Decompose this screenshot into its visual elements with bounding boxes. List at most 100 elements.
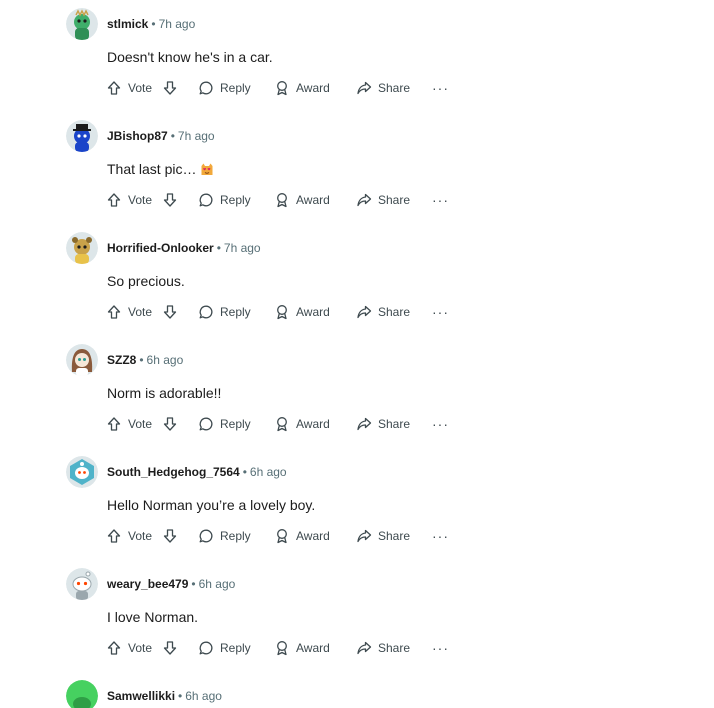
vote-label: Vote <box>128 193 153 207</box>
award-button[interactable]: Award <box>274 76 330 100</box>
timestamp[interactable]: 6h ago <box>199 577 236 591</box>
downvote-button[interactable] <box>162 76 178 100</box>
more-options-button[interactable]: ··· <box>432 524 449 548</box>
comment: weary_bee479 • 6h ago I love Norman. Vote … <box>66 560 626 672</box>
comment-bubble-icon <box>199 81 213 95</box>
avatar[interactable] <box>66 456 98 488</box>
downvote-button[interactable] <box>162 300 178 324</box>
award-label: Award <box>296 193 330 207</box>
comment: Samwellikki • 6h ago <box>66 672 626 708</box>
award-button[interactable]: Award <box>274 524 330 548</box>
upvote-button[interactable]: Vote <box>106 524 152 548</box>
award-icon <box>277 81 287 96</box>
comment-body: That last pic… <box>107 159 214 181</box>
separator: • <box>178 689 183 703</box>
timestamp[interactable]: 6h ago <box>185 689 222 703</box>
downvote-button[interactable] <box>162 524 178 548</box>
reply-button[interactable]: Reply <box>198 524 251 548</box>
share-label: Share <box>378 81 411 95</box>
more-options-button[interactable]: ··· <box>432 188 449 212</box>
reply-label: Reply <box>220 417 251 431</box>
timestamp[interactable]: 6h ago <box>147 353 184 367</box>
more-options-button[interactable]: ··· <box>432 76 449 100</box>
more-options-button[interactable]: ··· <box>432 412 449 436</box>
share-button[interactable]: Share <box>356 412 410 436</box>
downvote-button[interactable] <box>162 636 178 660</box>
reply-label: Reply <box>220 81 251 95</box>
upvote-button[interactable]: Vote <box>106 188 152 212</box>
downvote-icon <box>163 417 177 431</box>
timestamp[interactable]: 7h ago <box>224 241 261 255</box>
share-label: Share <box>378 529 411 543</box>
vote-label: Vote <box>128 529 153 543</box>
award-label: Award <box>296 529 330 543</box>
vote-label: Vote <box>128 641 153 655</box>
share-icon <box>357 417 372 431</box>
share-button[interactable]: Share <box>356 636 410 660</box>
avatar[interactable] <box>66 8 98 40</box>
avatar[interactable] <box>66 344 98 376</box>
comment-text: That last pic… <box>107 161 197 177</box>
separator: • <box>139 353 144 367</box>
comment: South_Hedgehog_7564 • 6h ago Hello Norman … <box>66 448 626 560</box>
avatar[interactable] <box>66 120 98 152</box>
more-options-button[interactable]: ··· <box>432 300 449 324</box>
timestamp[interactable]: 6h ago <box>250 465 287 479</box>
reply-button[interactable]: Reply <box>198 636 251 660</box>
comment-meta: South_Hedgehog_7564 • 6h ago <box>107 464 287 480</box>
reply-label: Reply <box>220 193 251 207</box>
avatar[interactable] <box>66 568 98 600</box>
award-button[interactable]: Award <box>274 188 330 212</box>
award-icon <box>277 641 287 656</box>
separator: • <box>216 241 221 255</box>
upvote-button[interactable]: Vote <box>106 636 152 660</box>
reply-button[interactable]: Reply <box>198 300 251 324</box>
reply-button[interactable]: Reply <box>198 188 251 212</box>
downvote-button[interactable] <box>162 412 178 436</box>
author-name[interactable]: JBishop87 <box>107 129 168 143</box>
separator: • <box>151 17 156 31</box>
avatar[interactable] <box>66 680 98 708</box>
share-button[interactable]: Share <box>356 300 410 324</box>
share-button[interactable]: Share <box>356 524 410 548</box>
award-icon <box>277 417 287 432</box>
share-button[interactable]: Share <box>356 188 410 212</box>
share-icon <box>357 193 372 207</box>
more-options-button[interactable]: ··· <box>432 636 449 660</box>
author-name[interactable]: Samwellikki <box>107 689 175 703</box>
author-name[interactable]: SZZ8 <box>107 353 136 367</box>
upvote-button[interactable]: Vote <box>106 412 152 436</box>
author-name[interactable]: South_Hedgehog_7564 <box>107 465 240 479</box>
share-icon <box>357 305 372 319</box>
award-button[interactable]: Award <box>274 412 330 436</box>
award-button[interactable]: Award <box>274 300 330 324</box>
comment-meta: Horrified-Onlooker • 7h ago <box>107 240 261 256</box>
comment-bubble-icon <box>199 641 213 655</box>
share-label: Share <box>378 641 411 655</box>
share-icon <box>357 81 372 95</box>
author-name[interactable]: Horrified-Onlooker <box>107 241 214 255</box>
avatar[interactable] <box>66 232 98 264</box>
vote-label: Vote <box>128 81 153 95</box>
author-name[interactable]: weary_bee479 <box>107 577 188 591</box>
reply-button[interactable]: Reply <box>198 412 251 436</box>
timestamp[interactable]: 7h ago <box>159 17 196 31</box>
vote-label: Vote <box>128 417 153 431</box>
award-label: Award <box>296 417 330 431</box>
upvote-button[interactable]: Vote <box>106 76 152 100</box>
comment-meta: SZZ8 • 6h ago <box>107 352 183 368</box>
award-icon <box>277 193 287 208</box>
downvote-button[interactable] <box>162 188 178 212</box>
comment: Horrified-Onlooker • 7h ago So precious. V… <box>66 224 626 336</box>
timestamp[interactable]: 7h ago <box>178 129 215 143</box>
award-label: Award <box>296 81 330 95</box>
upvote-button[interactable]: Vote <box>106 300 152 324</box>
share-button[interactable]: Share <box>356 76 410 100</box>
comment: JBishop87 • 7h ago That last pic… Vote Rep… <box>66 112 626 224</box>
reply-button[interactable]: Reply <box>198 76 251 100</box>
comment-bubble-icon <box>199 417 213 431</box>
comment-meta: JBishop87 • 7h ago <box>107 128 215 144</box>
award-button[interactable]: Award <box>274 636 330 660</box>
award-icon <box>277 529 287 544</box>
author-name[interactable]: stlmick <box>107 17 148 31</box>
